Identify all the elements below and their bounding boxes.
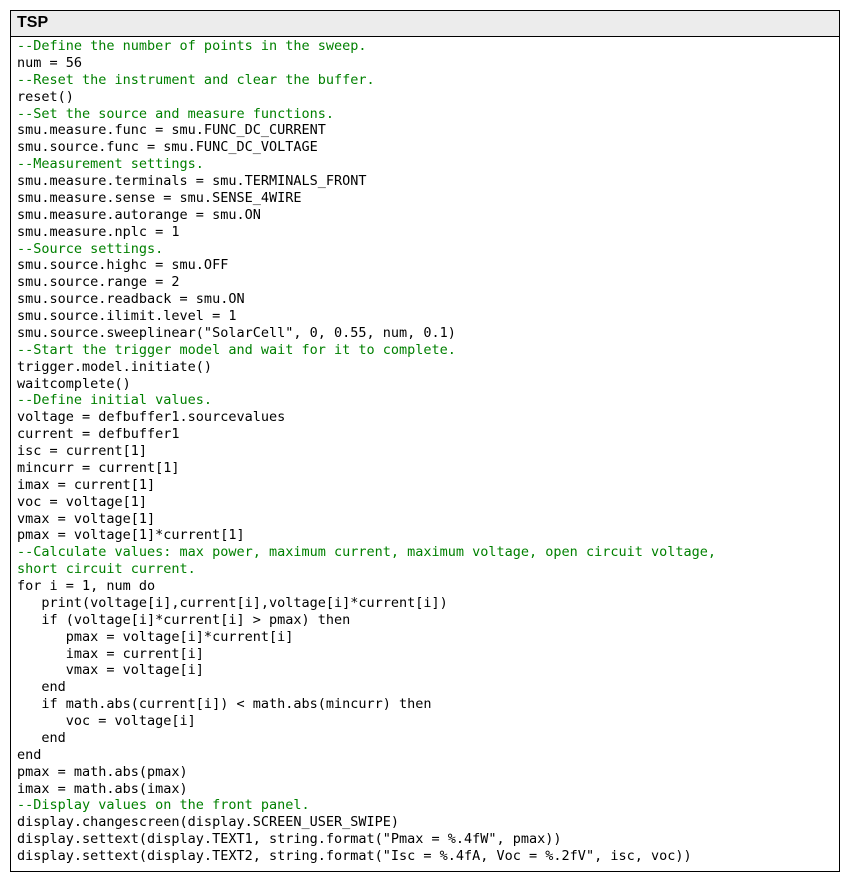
code-comment-line: --Define the number of points in the swe… bbox=[17, 38, 833, 55]
code-line: mincurr = current[1] bbox=[17, 460, 833, 477]
code-panel: TSP --Define the number of points in the… bbox=[10, 10, 840, 872]
code-line: print(voltage[i],current[i],voltage[i]*c… bbox=[17, 595, 833, 612]
code-comment-line: --Measurement settings. bbox=[17, 156, 833, 173]
code-line: smu.measure.sense = smu.SENSE_4WIRE bbox=[17, 190, 833, 207]
code-comment-line: --Start the trigger model and wait for i… bbox=[17, 342, 833, 359]
code-line: for i = 1, num do bbox=[17, 578, 833, 595]
code-comment-line: --Calculate values: max power, maximum c… bbox=[17, 544, 833, 561]
code-line: smu.measure.autorange = smu.ON bbox=[17, 207, 833, 224]
code-comment-line: short circuit current. bbox=[17, 561, 833, 578]
code-block: --Define the number of points in the swe… bbox=[11, 37, 839, 871]
code-comment-line: --Set the source and measure functions. bbox=[17, 106, 833, 123]
code-line: smu.source.sweeplinear("SolarCell", 0, 0… bbox=[17, 325, 833, 342]
code-line: imax = current[1] bbox=[17, 477, 833, 494]
code-line: smu.measure.nplc = 1 bbox=[17, 224, 833, 241]
code-comment-line: --Display values on the front panel. bbox=[17, 797, 833, 814]
code-line: voltage = defbuffer1.sourcevalues bbox=[17, 409, 833, 426]
code-line: reset() bbox=[17, 89, 833, 106]
code-line: voc = voltage[1] bbox=[17, 494, 833, 511]
code-line: smu.source.range = 2 bbox=[17, 274, 833, 291]
code-line: smu.source.ilimit.level = 1 bbox=[17, 308, 833, 325]
code-comment-line: --Define initial values. bbox=[17, 392, 833, 409]
code-line: isc = current[1] bbox=[17, 443, 833, 460]
code-line: voc = voltage[i] bbox=[17, 713, 833, 730]
code-line: pmax = math.abs(pmax) bbox=[17, 764, 833, 781]
code-line: end bbox=[17, 679, 833, 696]
code-line: current = defbuffer1 bbox=[17, 426, 833, 443]
code-line: pmax = voltage[i]*current[i] bbox=[17, 629, 833, 646]
code-line: imax = math.abs(imax) bbox=[17, 781, 833, 798]
code-line: smu.source.highc = smu.OFF bbox=[17, 257, 833, 274]
code-line: smu.source.readback = smu.ON bbox=[17, 291, 833, 308]
code-line: waitcomplete() bbox=[17, 376, 833, 393]
code-line: end bbox=[17, 730, 833, 747]
code-line: if (voltage[i]*current[i] > pmax) then bbox=[17, 612, 833, 629]
code-line: display.settext(display.TEXT1, string.fo… bbox=[17, 831, 833, 848]
code-comment-line: --Reset the instrument and clear the buf… bbox=[17, 72, 833, 89]
code-line: imax = current[i] bbox=[17, 646, 833, 663]
code-line: smu.measure.terminals = smu.TERMINALS_FR… bbox=[17, 173, 833, 190]
code-comment-line: --Source settings. bbox=[17, 241, 833, 258]
code-line: vmax = voltage[i] bbox=[17, 662, 833, 679]
code-line: smu.measure.func = smu.FUNC_DC_CURRENT bbox=[17, 122, 833, 139]
code-line: pmax = voltage[1]*current[1] bbox=[17, 527, 833, 544]
code-line: num = 56 bbox=[17, 55, 833, 72]
code-line: smu.source.func = smu.FUNC_DC_VOLTAGE bbox=[17, 139, 833, 156]
code-line: if math.abs(current[i]) < math.abs(mincu… bbox=[17, 696, 833, 713]
code-line: end bbox=[17, 747, 833, 764]
code-line: display.settext(display.TEXT2, string.fo… bbox=[17, 848, 833, 865]
code-line: trigger.model.initiate() bbox=[17, 359, 833, 376]
panel-title: TSP bbox=[11, 11, 839, 37]
code-line: vmax = voltage[1] bbox=[17, 511, 833, 528]
